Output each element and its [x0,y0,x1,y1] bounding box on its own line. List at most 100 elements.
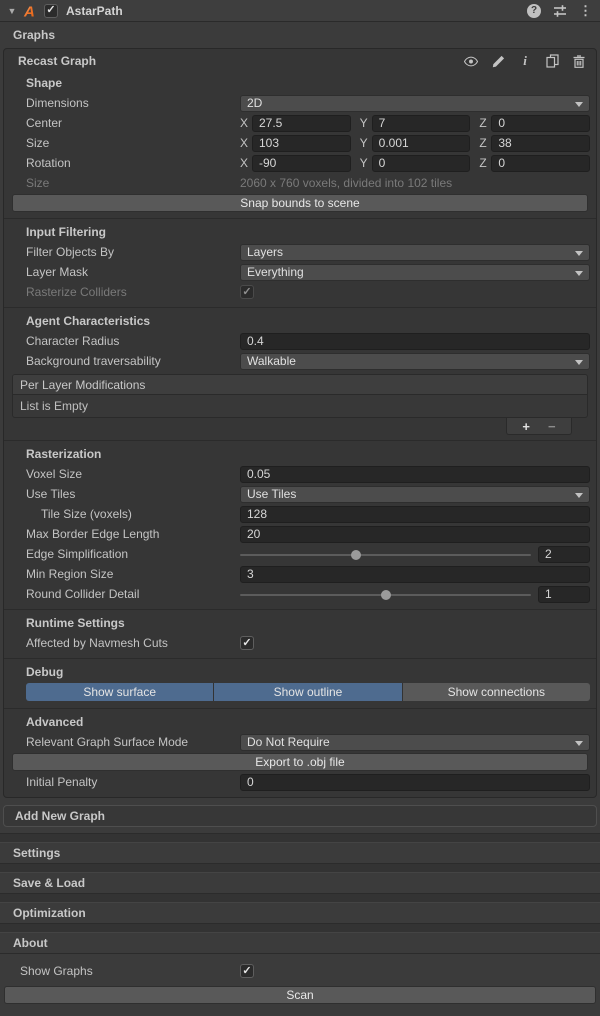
center-z-field[interactable]: 0 [491,115,590,132]
use-tiles-row: Use Tiles Use Tiles [4,484,596,504]
dimensions-row: Dimensions 2D [4,93,596,113]
use-tiles-value: Use Tiles [247,487,296,501]
round-collider-detail-value-field[interactable]: 1 [538,586,590,603]
tile-size-field[interactable]: 128 [240,506,590,523]
layer-mask-dropdown[interactable]: Everything [240,264,590,281]
axis-z-label: Z [479,136,491,150]
bottom-accordion: Settings Save & Load Optimization About … [0,833,600,1004]
rotation-row: Rotation X-90 Y0 Z0 [4,153,596,173]
use-tiles-dropdown[interactable]: Use Tiles [240,486,590,503]
background-traversability-label: Background traversability [26,354,240,368]
dropdown-arrow-icon [575,102,583,107]
foldout-arrow-icon[interactable]: ▼ [6,6,18,16]
dimensions-dropdown[interactable]: 2D [240,95,590,112]
rasterize-colliders-checkbox: ✓ [240,285,254,299]
show-outline-toggle[interactable]: Show outline [214,683,402,701]
relevant-graph-surface-mode-dropdown[interactable]: Do Not Require [240,734,590,751]
kebab-menu-icon[interactable]: ⋮ [579,3,592,19]
recast-graph-header[interactable]: Recast Graph i [4,49,596,73]
show-graphs-label: Show Graphs [20,964,240,978]
list-remove-button[interactable]: − [548,420,556,433]
about-section-header[interactable]: About [0,932,600,954]
max-border-edge-length-row: Max Border Edge Length 20 [4,524,596,544]
voxel-info-label: Size [26,176,240,190]
voxel-size-field[interactable]: 0.05 [240,466,590,483]
center-x-field[interactable]: 27.5 [252,115,351,132]
agent-characteristics-section: Agent Characteristics Character Radius 0… [4,307,596,440]
dropdown-arrow-icon [575,360,583,365]
show-graphs-checkbox[interactable]: ✓ [240,964,254,978]
center-label: Center [26,116,240,130]
info-icon[interactable]: i [518,54,532,68]
initial-penalty-field[interactable]: 0 [240,774,590,791]
show-connections-toggle[interactable]: Show connections [403,683,590,701]
advanced-heading: Advanced [4,712,596,732]
filter-objects-by-dropdown[interactable]: Layers [240,244,590,261]
rotation-label: Rotation [26,156,240,170]
min-region-size-field[interactable]: 3 [240,566,590,583]
input-filtering-section: Input Filtering Filter Objects By Layers… [4,218,596,307]
snap-bounds-button[interactable]: Snap bounds to scene [12,194,588,212]
slider-thumb[interactable] [351,550,361,560]
duplicate-icon[interactable] [545,54,559,68]
recast-graph-title: Recast Graph [18,54,464,68]
size-x-field[interactable]: 103 [252,135,351,152]
size-label: Size [26,136,240,150]
add-new-graph-button[interactable]: Add New Graph [3,805,597,827]
affected-by-navmesh-cuts-row: Affected by Navmesh Cuts ✓ [4,633,596,653]
rotation-y-field[interactable]: 0 [372,155,471,172]
recast-graph-panel: Recast Graph i Shape Dimensions 2D [3,48,597,798]
size-row: Size X103 Y0.001 Z38 [4,133,596,153]
axis-y-label: Y [360,136,372,150]
layer-mask-label: Layer Mask [26,265,240,279]
scan-button[interactable]: Scan [4,986,596,1004]
slider-track[interactable] [240,554,531,556]
affected-by-navmesh-cuts-checkbox[interactable]: ✓ [240,636,254,650]
character-radius-row: Character Radius 0.4 [4,331,596,351]
per-layer-modifications-header[interactable]: Per Layer Modifications [13,375,587,395]
delete-trash-icon[interactable] [572,54,586,68]
rasterize-colliders-label: Rasterize Colliders [26,285,240,299]
shape-heading: Shape [4,73,596,93]
round-collider-detail-slider[interactable] [240,586,531,603]
help-icon[interactable]: ? [527,4,541,18]
size-y-field[interactable]: 0.001 [372,135,471,152]
size-z-field[interactable]: 38 [491,135,590,152]
dropdown-arrow-icon [575,493,583,498]
axis-y-label: Y [360,116,372,130]
slider-thumb[interactable] [381,590,391,600]
max-border-edge-length-label: Max Border Edge Length [26,527,240,541]
show-surface-toggle[interactable]: Show surface [26,683,214,701]
tile-size-label: Tile Size (voxels) [26,507,240,521]
presets-icon[interactable] [553,4,567,18]
input-filtering-heading: Input Filtering [4,222,596,242]
settings-section-header[interactable]: Settings [0,842,600,864]
save-load-section-header[interactable]: Save & Load [0,872,600,894]
relevant-graph-surface-mode-row: Relevant Graph Surface Mode Do Not Requi… [4,732,596,752]
about-section-content: Show Graphs ✓ Scan [0,954,600,1004]
edit-pencil-icon[interactable] [491,54,505,68]
rotation-x-field[interactable]: -90 [252,155,351,172]
edge-simplification-value-field[interactable]: 2 [538,546,590,563]
initial-penalty-label: Initial Penalty [26,775,240,789]
visibility-eye-icon[interactable] [464,54,478,68]
rotation-z-field[interactable]: 0 [491,155,590,172]
affected-by-navmesh-cuts-label: Affected by Navmesh Cuts [26,636,240,650]
center-y-field[interactable]: 7 [372,115,471,132]
debug-section: Debug Show surface Show outline Show con… [4,658,596,708]
filter-objects-by-value: Layers [247,245,283,259]
character-radius-field[interactable]: 0.4 [240,333,590,350]
agent-characteristics-heading: Agent Characteristics [4,311,596,331]
axis-x-label: X [240,156,252,170]
background-traversability-dropdown[interactable]: Walkable [240,353,590,370]
tile-size-row: Tile Size (voxels) 128 [4,504,596,524]
max-border-edge-length-field[interactable]: 20 [240,526,590,543]
list-add-button[interactable]: + [522,420,530,433]
filter-objects-by-label: Filter Objects By [26,245,240,259]
relevant-graph-surface-mode-label: Relevant Graph Surface Mode [26,735,240,749]
edge-simplification-slider[interactable] [240,546,531,563]
voxel-info-row: Size 2060 x 760 voxels, divided into 102… [4,173,596,193]
optimization-section-header[interactable]: Optimization [0,902,600,924]
export-obj-button[interactable]: Export to .obj file [12,753,588,771]
component-enabled-checkbox[interactable]: ✓ [44,4,58,18]
